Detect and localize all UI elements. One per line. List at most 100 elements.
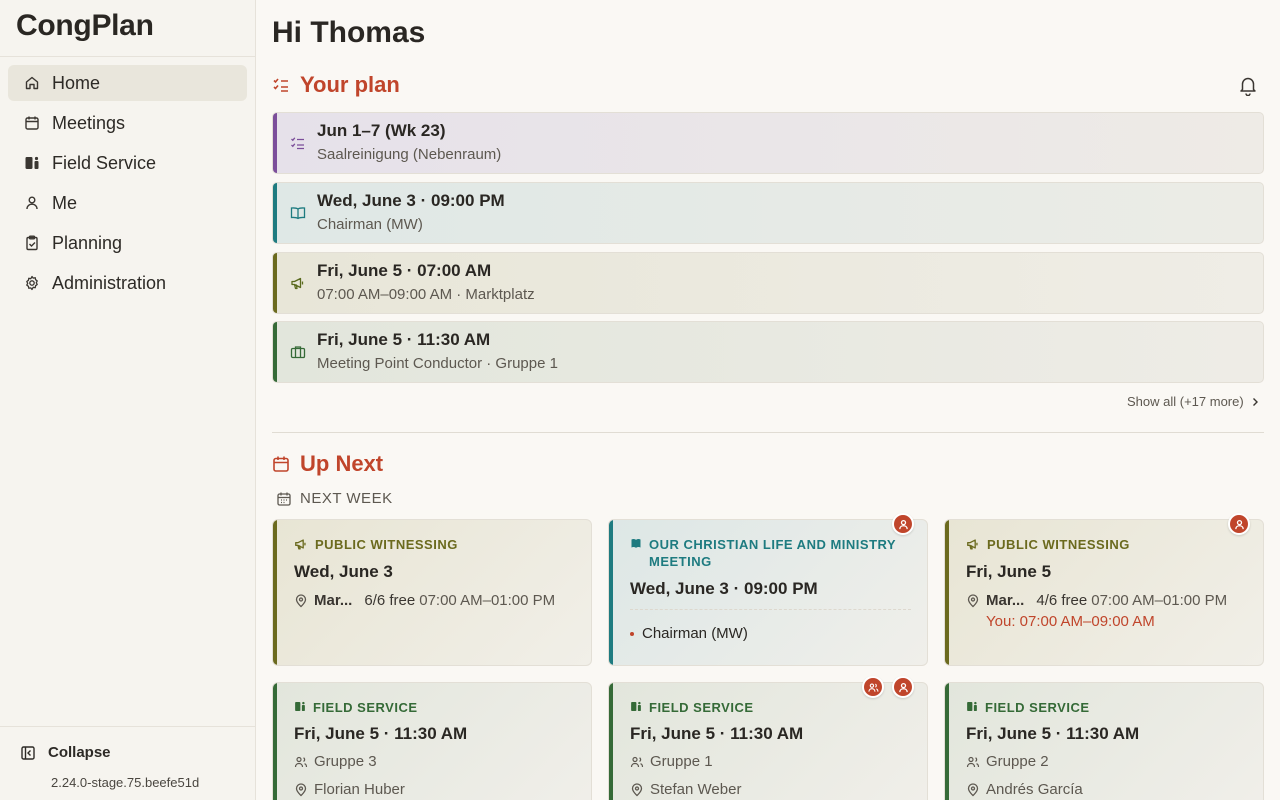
app-version: 2.24.0-stage.75.beefe51d	[51, 775, 200, 790]
card-accent	[273, 520, 277, 665]
week-label: NEXT WEEK	[276, 490, 393, 507]
card-title: Wed, June 3 · 09:00 PM	[630, 579, 818, 598]
card-accent	[945, 520, 949, 665]
card-details: Mar... 4/6 free 07:00 AM–01:00 PM	[966, 592, 1227, 609]
sidebar-item-planning[interactable]: Planning	[8, 225, 247, 261]
sidebar-item-label: Me	[52, 192, 78, 213]
sidebar-item-administration[interactable]: Administration	[8, 265, 247, 301]
sidebar-footer: Collapse 2.24.0-stage.75.beefe51d	[0, 726, 255, 800]
card-person: Andrés García	[986, 781, 1083, 798]
plan-item-title: Jun 1–7 (Wk 23)	[317, 121, 446, 140]
plan-item[interactable]: Wed, June 3 · 09:00 PM Chairman (MW)	[272, 182, 1264, 244]
card-group-row: Gruppe 2	[966, 753, 1049, 770]
card-title: Fri, June 5 · 11:30 AM	[294, 724, 468, 743]
plan-item-subtitle: Saalreinigung (Nebenraum)	[317, 146, 502, 163]
event-card[interactable]: PUBLIC WITNESSING Wed, June 3 Mar... 6/6…	[272, 519, 592, 666]
app-title: CongPlan	[0, 0, 255, 57]
event-card[interactable]: FIELD SERVICE Fri, June 5 · 11:30 AM Gru…	[272, 682, 592, 800]
card-category-label: PUBLIC WITNESSING	[315, 537, 458, 552]
plan-item[interactable]: Fri, June 5 · 07:00 AM 07:00 AM–09:00 AM…	[272, 252, 1264, 314]
collapse-button[interactable]: Collapse	[20, 744, 111, 761]
user-icon	[898, 519, 908, 529]
up-next-heading: Up Next	[272, 451, 383, 477]
megaphone-icon	[294, 537, 308, 551]
event-card[interactable]: FIELD SERVICE Fri, June 5 · 11:30 AM Gru…	[608, 682, 928, 800]
section-divider	[272, 432, 1264, 433]
card-group: Gruppe 1	[650, 753, 713, 770]
card-free-slots: 4/6 free	[1036, 592, 1088, 609]
sidebar-item-field-service[interactable]: Field Service	[8, 145, 247, 181]
card-group-row: Gruppe 3	[294, 753, 377, 770]
map-pin-icon	[294, 593, 308, 608]
plan-item-title: Fri, June 5 · 07:00 AM	[317, 261, 492, 280]
card-person-row: Florian Huber	[294, 781, 405, 798]
plan-item-accent	[273, 322, 277, 382]
card-category-label: FIELD SERVICE	[985, 700, 1090, 715]
card-category-label: FIELD SERVICE	[649, 700, 754, 715]
field-service-icon	[966, 700, 978, 713]
card-category: OUR CHRISTIAN LIFE AND MINISTRY MEETING	[630, 536, 920, 570]
sidebar-item-label: Home	[52, 72, 101, 93]
sidebar-item-label: Planning	[52, 232, 123, 253]
card-category-label: PUBLIC WITNESSING	[987, 537, 1130, 552]
plan-item-title: Fri, June 5 · 11:30 AM	[317, 330, 491, 349]
map-pin-icon	[630, 782, 644, 797]
notifications-bell-icon[interactable]	[1237, 74, 1259, 96]
card-location: Mar...	[314, 592, 353, 609]
your-plan-heading: Your plan	[272, 72, 400, 98]
plan-item-accent	[273, 113, 277, 173]
sidebar-item-label: Field Service	[52, 152, 157, 173]
card-title: Fri, June 5 · 11:30 AM	[966, 724, 1140, 743]
sidebar-item-me[interactable]: Me	[8, 185, 247, 221]
sidebar-item-home[interactable]: Home	[8, 65, 247, 101]
book-icon	[630, 537, 642, 549]
card-category: FIELD SERVICE	[294, 699, 418, 716]
card-title: Wed, June 3	[294, 562, 393, 581]
card-accent	[273, 683, 277, 800]
card-title: Fri, June 5	[966, 562, 1052, 581]
map-pin-icon	[966, 782, 980, 797]
assigned-user-badge	[892, 513, 914, 535]
card-category: FIELD SERVICE	[966, 699, 1090, 716]
card-person: Stefan Weber	[650, 781, 742, 798]
event-card[interactable]: FIELD SERVICE Fri, June 5 · 11:30 AM Gru…	[944, 682, 1264, 800]
event-card[interactable]: OUR CHRISTIAN LIFE AND MINISTRY MEETING …	[608, 519, 928, 666]
users-icon	[294, 755, 308, 769]
user-icon	[898, 682, 908, 692]
sidebar-item-meetings[interactable]: Meetings	[8, 105, 247, 141]
your-plan-title: Your plan	[300, 72, 400, 97]
plan-item[interactable]: Fri, June 5 · 11:30 AM Meeting Point Con…	[272, 321, 1264, 383]
map-pin-icon	[294, 782, 308, 797]
field-service-icon	[294, 700, 306, 713]
clipboard-check-icon	[24, 235, 40, 251]
sidebar: CongPlan Home Meetings Field Service Me …	[0, 0, 256, 800]
card-category-label: FIELD SERVICE	[313, 700, 418, 715]
event-card[interactable]: PUBLIC WITNESSING Fri, June 5 Mar... 4/6…	[944, 519, 1264, 666]
card-category: FIELD SERVICE	[630, 699, 754, 716]
map-pin-icon	[966, 593, 980, 608]
sidebar-nav: Home Meetings Field Service Me Planning …	[0, 57, 255, 301]
card-person-row: Andrés García	[966, 781, 1083, 798]
plan-item[interactable]: Jun 1–7 (Wk 23) Saalreinigung (Nebenraum…	[272, 112, 1264, 174]
card-your-shift: You: 07:00 AM–09:00 AM	[986, 613, 1155, 630]
page-title: Hi Thomas	[272, 16, 426, 49]
plan-item-accent	[273, 253, 277, 313]
briefcase-icon	[290, 344, 306, 360]
card-category: PUBLIC WITNESSING	[294, 536, 458, 553]
plan-item-title: Wed, June 3 · 09:00 PM	[317, 191, 505, 210]
card-time: 07:00 AM–01:00 PM	[1091, 592, 1228, 609]
show-all-link[interactable]: Show all (+17 more)	[1127, 394, 1260, 409]
card-category-label: OUR CHRISTIAN LIFE AND MINISTRY MEETING	[649, 537, 896, 569]
users-icon	[966, 755, 980, 769]
users-icon	[867, 682, 878, 692]
chevron-right-icon	[1250, 397, 1260, 407]
megaphone-icon	[290, 275, 306, 291]
plan-item-subtitle: Chairman (MW)	[317, 216, 423, 233]
calendar-days-icon	[276, 491, 292, 507]
plan-item-subtitle: 07:00 AM–09:00 AM · Marktplatz	[317, 286, 535, 303]
up-next-title: Up Next	[300, 451, 384, 476]
card-person-row: Stefan Weber	[630, 781, 741, 798]
collapse-icon	[20, 745, 36, 761]
card-group: Gruppe 2	[986, 753, 1049, 770]
assigned-group-badge	[862, 676, 884, 698]
